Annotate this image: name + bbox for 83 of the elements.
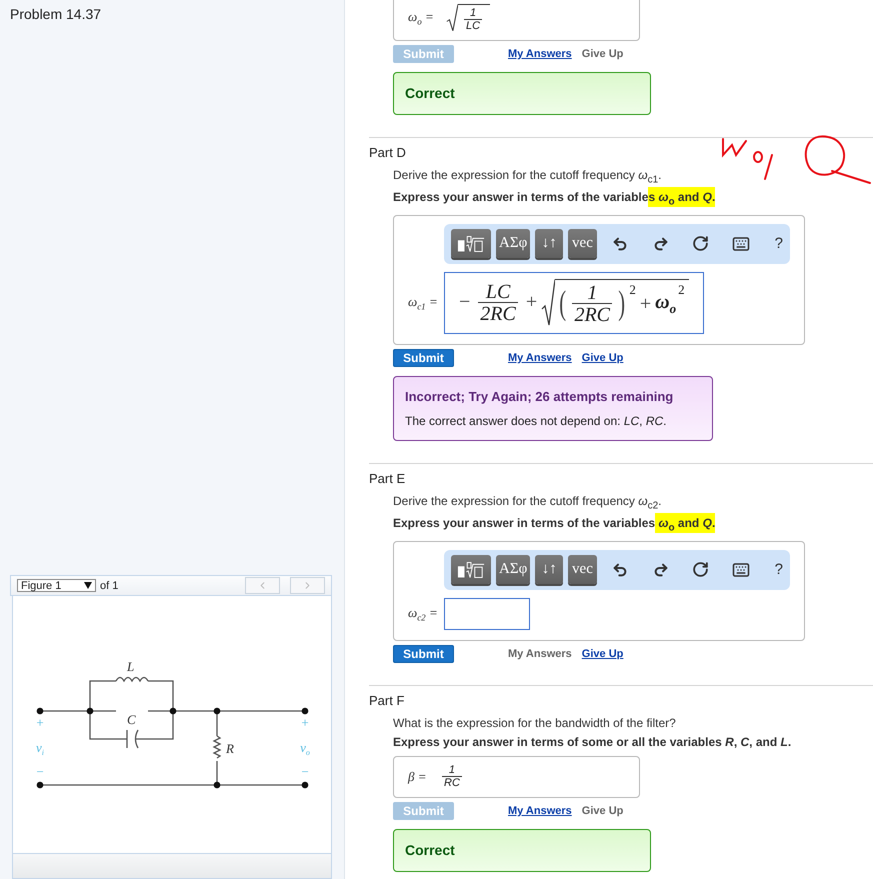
figure-count: of 1 [100,580,118,592]
keyboard-button[interactable] [732,560,750,579]
figure-select[interactable]: Figure 1 [17,579,96,592]
terminal-plus-label: + [301,715,309,730]
math-parenthesis: ( [559,285,566,324]
math-symbol: ω$_{o}$ [655,291,676,318]
my-answers-link[interactable]: My Answers [508,352,572,364]
capacitor-label: C [127,712,136,727]
math-exponent: 2 [678,282,685,298]
fraction-numerator: LC [484,282,512,302]
give-up-link[interactable]: Give Up [582,352,624,364]
answer-field[interactable] [444,598,530,630]
terminal-voltage-label: v$_{i}$ [36,740,44,757]
toolbar-button[interactable]: ΑΣφ [496,555,530,584]
undo-button[interactable] [612,562,628,578]
part-title: Part E [369,470,406,486]
instruction-text: Express your answer in terms of the variables ω$_{o}$ and Q. [393,516,716,534]
toolbar-button[interactable]: ↓↑ [535,555,564,584]
give-up-link[interactable]: Give Up [582,648,624,660]
inductor-label: L [127,659,134,674]
my-answers-link[interactable]: My Answers [508,804,572,817]
reset-icon [692,235,709,252]
terminal-plus-label: + [36,715,44,730]
math-operator: + [640,292,652,316]
feedback-title: Correct [405,842,456,858]
submit-button[interactable]: Submit [393,644,454,663]
math-operator: − [459,291,470,314]
fraction-denominator: RC [442,776,462,789]
undo-icon [612,236,628,252]
reset-button[interactable] [692,561,709,578]
instruction-text: Express your answer in terms of some or all the variables R, C, and L. [393,734,792,749]
radical-sign-icon [541,278,556,327]
answer-label: β = [408,768,428,785]
reset-button[interactable] [692,235,709,252]
reset-icon [692,561,709,578]
answer-label: ω$_{c2}$ = [408,604,439,622]
help-button[interactable]: ? [774,235,783,252]
fraction-numerator: 1 [586,283,598,304]
my-answers-link[interactable]: My Answers [508,48,572,60]
math-parenthesis: ) [618,285,626,324]
undo-button[interactable] [612,236,628,252]
terminal-minus-label: − [301,764,309,779]
keyboard-icon [732,560,750,579]
fraction-numerator: 1 [448,764,456,776]
templates-icon [457,234,485,253]
feedback-title: Correct [405,85,456,101]
redo-button[interactable] [652,562,669,578]
templates-button[interactable] [451,555,491,584]
fraction-numerator: 1 [468,8,478,18]
undo-icon [612,562,628,578]
redo-icon [652,236,669,252]
answer-label: ω$_{o}$ = [408,9,435,27]
question-text: Derive the expression for the cutoff frequency ω$_{c2}$. [393,494,662,512]
keyboard-button[interactable] [732,234,750,253]
submit-button[interactable]: Submit [393,348,454,367]
toolbar-button[interactable]: ΑΣφ [496,229,530,258]
terminal-minus-label: − [36,764,44,779]
help-button[interactable]: ? [774,561,783,578]
feedback-message: The correct answer does not depend on: LC, RC. [405,414,668,428]
problem-title: Problem 14.37 [9,6,102,22]
fraction-denominator: 2RC [478,302,518,324]
question-text: Derive the expression for the cutoff frequency ω$_{c1}$. [393,168,662,186]
toolbar-button[interactable]: vec [568,229,597,258]
terminal-voltage-label: v$_{o}$ [300,740,310,757]
math-exponent: 2 [629,282,636,298]
templates-button[interactable] [451,229,491,258]
question-text: What is the expression for the bandwidth of the filter? [393,716,676,730]
part-title: Part F [369,692,406,708]
resistor-label: R [226,741,234,756]
feedback-title: Incorrect; Try Again; 26 attempts remaining [405,388,674,404]
fraction-denominator: 2RC [572,303,612,326]
part-title: Part D [369,145,407,160]
answer-label: ω$_{c1}$ = [408,294,439,312]
toolbar-button[interactable]: ↓↑ [535,229,564,258]
redo-button[interactable] [652,236,669,252]
keyboard-icon [732,234,750,253]
fraction-denominator: LC [464,18,482,32]
redo-icon [652,562,669,578]
templates-icon [457,560,485,579]
toolbar-button[interactable]: vec [568,555,597,584]
caret-icon [84,582,92,589]
math-operator: + [526,291,538,314]
instruction-text: Express your answer in terms of the variables ω$_{o}$ and Q. [393,190,716,208]
